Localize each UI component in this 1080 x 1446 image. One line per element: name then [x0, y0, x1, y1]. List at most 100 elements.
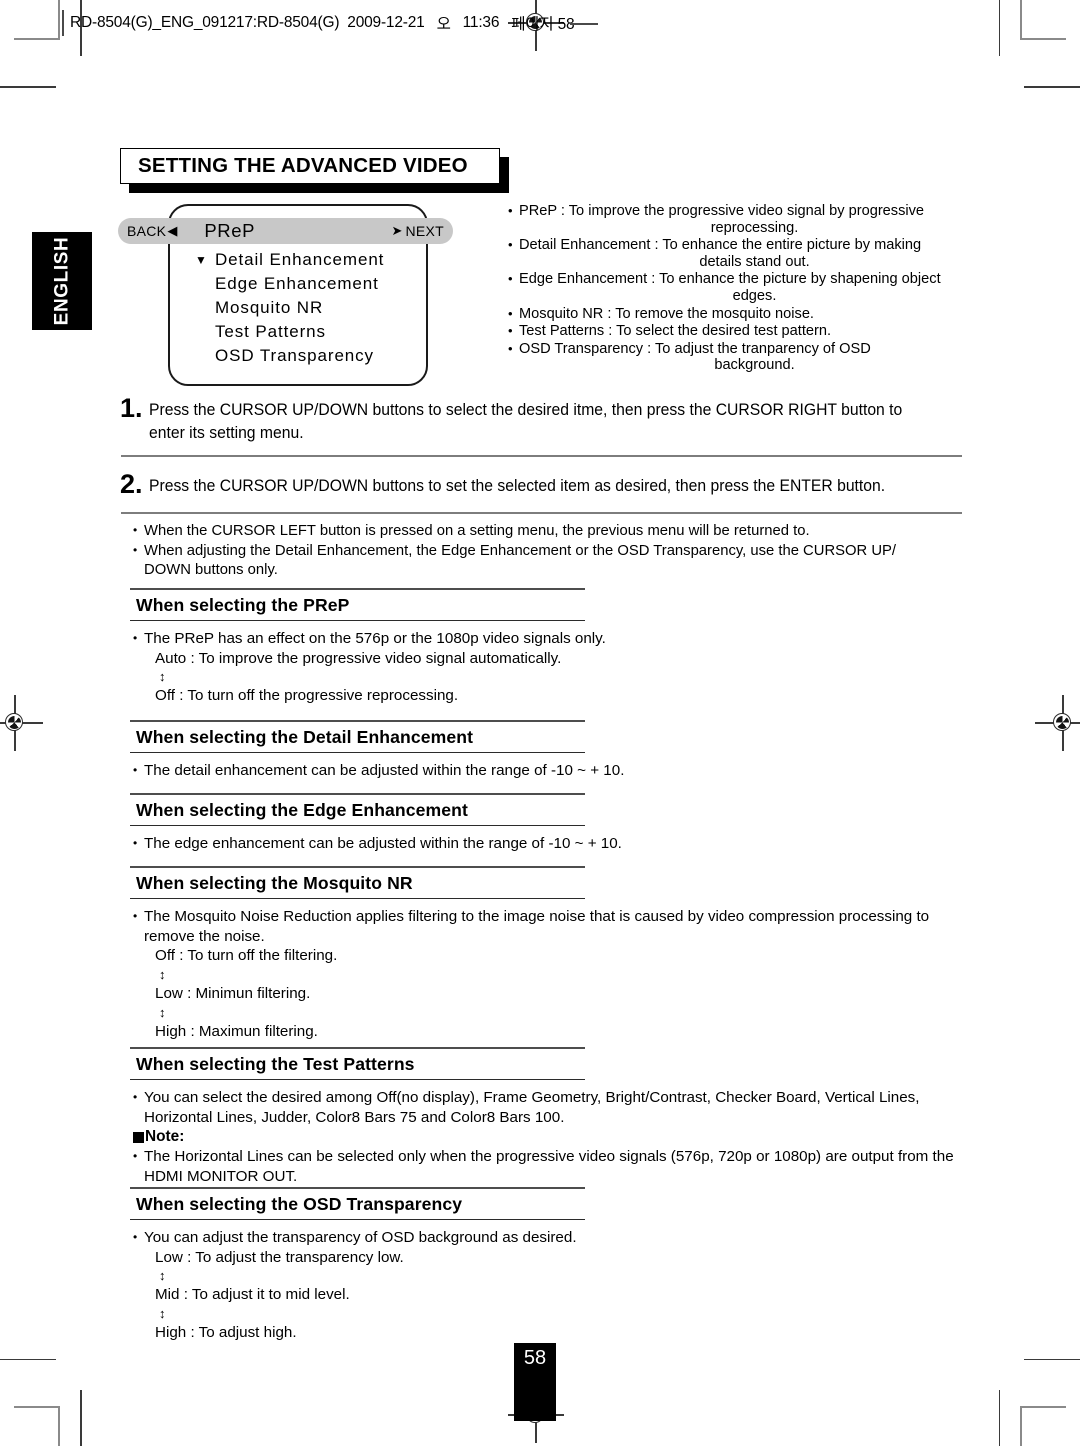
osd-next-group: ➤ NEXT — [392, 223, 453, 239]
bullet-icon: • — [508, 271, 513, 287]
section-bullet-text: The PReP has an effect on the 576p or th… — [144, 630, 606, 648]
section-bullet: • The Horizontal Lines can be selected o… — [130, 1147, 960, 1186]
slug-filename: RD-8504(G)_ENG_091217:RD-8504(G) — [70, 14, 340, 31]
section-heading: When selecting the Mosquito NR — [136, 872, 413, 893]
osd-description-text: Detail Enhancement : To enhance the enti… — [519, 237, 978, 270]
section-bullet: • You can adjust the transparency of OSD… — [130, 1228, 960, 1248]
section-bullet-text: The detail enhancement can be adjusted w… — [144, 762, 625, 780]
section-bullet: • The detail enhancement can be adjusted… — [130, 761, 960, 781]
osd-item-label: Mosquito NR — [215, 298, 324, 317]
back-arrow-icon: ◀ — [167, 223, 178, 238]
section-heading: When selecting the Edge Enhancement — [136, 799, 468, 820]
up-down-arrow-icon: ↕ — [159, 669, 166, 685]
osd-item-test-patterns: Test Patterns — [168, 320, 428, 344]
crop-tick-bottom-left — [0, 1358, 56, 1360]
page-number: 58 — [514, 1343, 556, 1421]
option-line: Off : To turn off the progressive reproc… — [155, 687, 459, 705]
bullet-icon: • — [133, 1230, 138, 1245]
up-down-arrow-icon: ↕ — [159, 1268, 166, 1284]
bullet-icon: • — [133, 909, 138, 924]
option-line: Off : To turn off the filtering. — [155, 947, 338, 965]
osd-item-label: Edge Enhancement — [215, 274, 379, 293]
chevron-down-icon: ▼ — [195, 253, 208, 267]
osd-back-label: BACK — [127, 223, 167, 239]
section-bullet: • You can select the desired among Off(n… — [130, 1088, 960, 1127]
general-note-text: When adjusting the Detail Enhancement, t… — [144, 541, 897, 579]
bullet-icon: • — [508, 323, 513, 339]
osd-item-label: OSD Transparency — [215, 346, 374, 365]
section-bullet: • The Mosquito Noise Reduction applies f… — [130, 907, 960, 946]
divider-rule — [121, 512, 962, 514]
section-heading: When selecting the OSD Transparency — [136, 1193, 463, 1214]
section-test-patterns: When selecting the Test Patterns • You c… — [130, 1047, 960, 1186]
section-bullet: • The PReP has an effect on the 576p or … — [130, 629, 960, 649]
osd-description-item: • Detail Enhancement : To enhance the en… — [508, 237, 978, 270]
slug-meridiem: 오 — [436, 16, 451, 33]
section-heading: When selecting the Detail Enhancement — [136, 726, 474, 747]
section-content: • You can adjust the transparency of OSD… — [130, 1220, 960, 1342]
bullet-icon: • — [508, 305, 513, 321]
section-content: • The Mosquito Noise Reduction applies f… — [130, 899, 960, 1041]
option-line: Low : Minimun filtering. — [155, 985, 311, 1003]
registration-mark-right — [1035, 695, 1080, 751]
osd-description-line2: reprocessing. — [710, 219, 799, 236]
osd-selected-row: BACK ◀ PReP ➤ NEXT — [118, 218, 453, 244]
osd-description-line2: edges. — [732, 287, 777, 304]
instruction-step-1: 1. Press the CURSOR UP/DOWN buttons to s… — [120, 393, 962, 445]
option-line: Low : To adjust the transparency low. — [155, 1248, 404, 1266]
osd-description-item: • OSD Transparency : To adjust the tranp… — [508, 341, 978, 374]
section-mosquito-nr: When selecting the Mosquito NR • The Mos… — [130, 866, 960, 1041]
manual-page: RD-8504(G)_ENG_091217:RD-8504(G) 2009-12… — [0, 0, 1080, 1446]
page-title: SETTING THE ADVANCED VIDEO — [138, 154, 468, 177]
section-edge-enhancement: When selecting the Edge Enhancement • Th… — [130, 793, 960, 854]
bullet-icon: • — [133, 763, 138, 778]
crop-tick-right-top-v — [998, 0, 1000, 56]
osd-description-line2: background. — [714, 357, 795, 374]
section-prep: When selecting the PReP • The PReP has a… — [130, 588, 960, 706]
note-square-icon — [133, 1131, 144, 1143]
crop-tick-left-bottom-v — [80, 1390, 82, 1446]
slug-page-label: 페이지 58 — [511, 16, 575, 33]
osd-description-text: Test Patterns : To select the desired te… — [519, 323, 832, 340]
osd-item-detail-enhancement: ▼ Detail Enhancement — [168, 248, 428, 272]
bullet-icon: • — [508, 340, 513, 356]
slug-date: 2009-12-21 — [347, 14, 425, 31]
language-tab-english: ENGLISH — [32, 232, 92, 330]
option-line: Auto : To improve the progressive video … — [155, 649, 562, 667]
up-down-arrow-icon: ↕ — [159, 1004, 166, 1020]
divider-rule — [121, 455, 962, 457]
slug-time: 11:36 — [462, 14, 500, 31]
note-label: Note: — [145, 1128, 185, 1146]
step-text: Press the CURSOR UP/DOWN buttons to set … — [148, 477, 885, 495]
section-detail-enhancement: When selecting the Detail Enhancement • … — [130, 720, 960, 781]
bullet-icon: • — [133, 836, 138, 851]
step-number: 1. — [120, 393, 143, 423]
crop-mark-bottom-left — [14, 1406, 60, 1446]
bullet-icon: • — [133, 1090, 138, 1105]
registration-mark-left — [0, 695, 43, 751]
section-bullet-text: The Mosquito Noise Reduction applies fil… — [144, 908, 930, 945]
osd-description-text: PReP : To improve the progressive video … — [519, 203, 978, 236]
note-bullet-text: The Horizontal Lines can be selected onl… — [144, 1148, 954, 1185]
general-note-item: • When the CURSOR LEFT button is pressed… — [133, 521, 965, 541]
section-heading: When selecting the PReP — [136, 594, 350, 615]
osd-description-text: Mosquito NR : To remove the mosquito noi… — [519, 305, 814, 322]
section-bullet-text: You can adjust the transparency of OSD b… — [144, 1229, 577, 1247]
section-content: • The PReP has an effect on the 576p or … — [130, 621, 960, 706]
osd-item-mosquito-nr: Mosquito NR — [168, 296, 428, 320]
osd-description-text: Edge Enhancement : To enhance the pictur… — [519, 271, 978, 304]
step-text: Press the CURSOR UP/DOWN buttons to sele… — [148, 401, 902, 442]
bullet-icon: • — [133, 542, 138, 557]
crop-tick-top-left — [0, 86, 56, 88]
osd-description-item: • PReP : To improve the progressive vide… — [508, 203, 978, 236]
option-line: Mid : To adjust it to mid level. — [155, 1286, 350, 1304]
section-osd-transparency: When selecting the OSD Transparency • Yo… — [130, 1187, 960, 1343]
osd-description-item: • Test Patterns : To select the desired … — [508, 323, 978, 340]
section-heading: When selecting the Test Patterns — [136, 1053, 415, 1074]
osd-description-item: • Edge Enhancement : To enhance the pict… — [508, 271, 978, 304]
bullet-icon: • — [508, 203, 513, 218]
section-bullet-text: The edge enhancement can be adjusted wit… — [144, 835, 622, 853]
osd-item-osd-transparency: OSD Transparency — [168, 344, 428, 368]
option-line: High : To adjust high. — [155, 1324, 297, 1342]
osd-item-list: ▼ Detail Enhancement Edge Enhancement Mo… — [168, 248, 428, 368]
